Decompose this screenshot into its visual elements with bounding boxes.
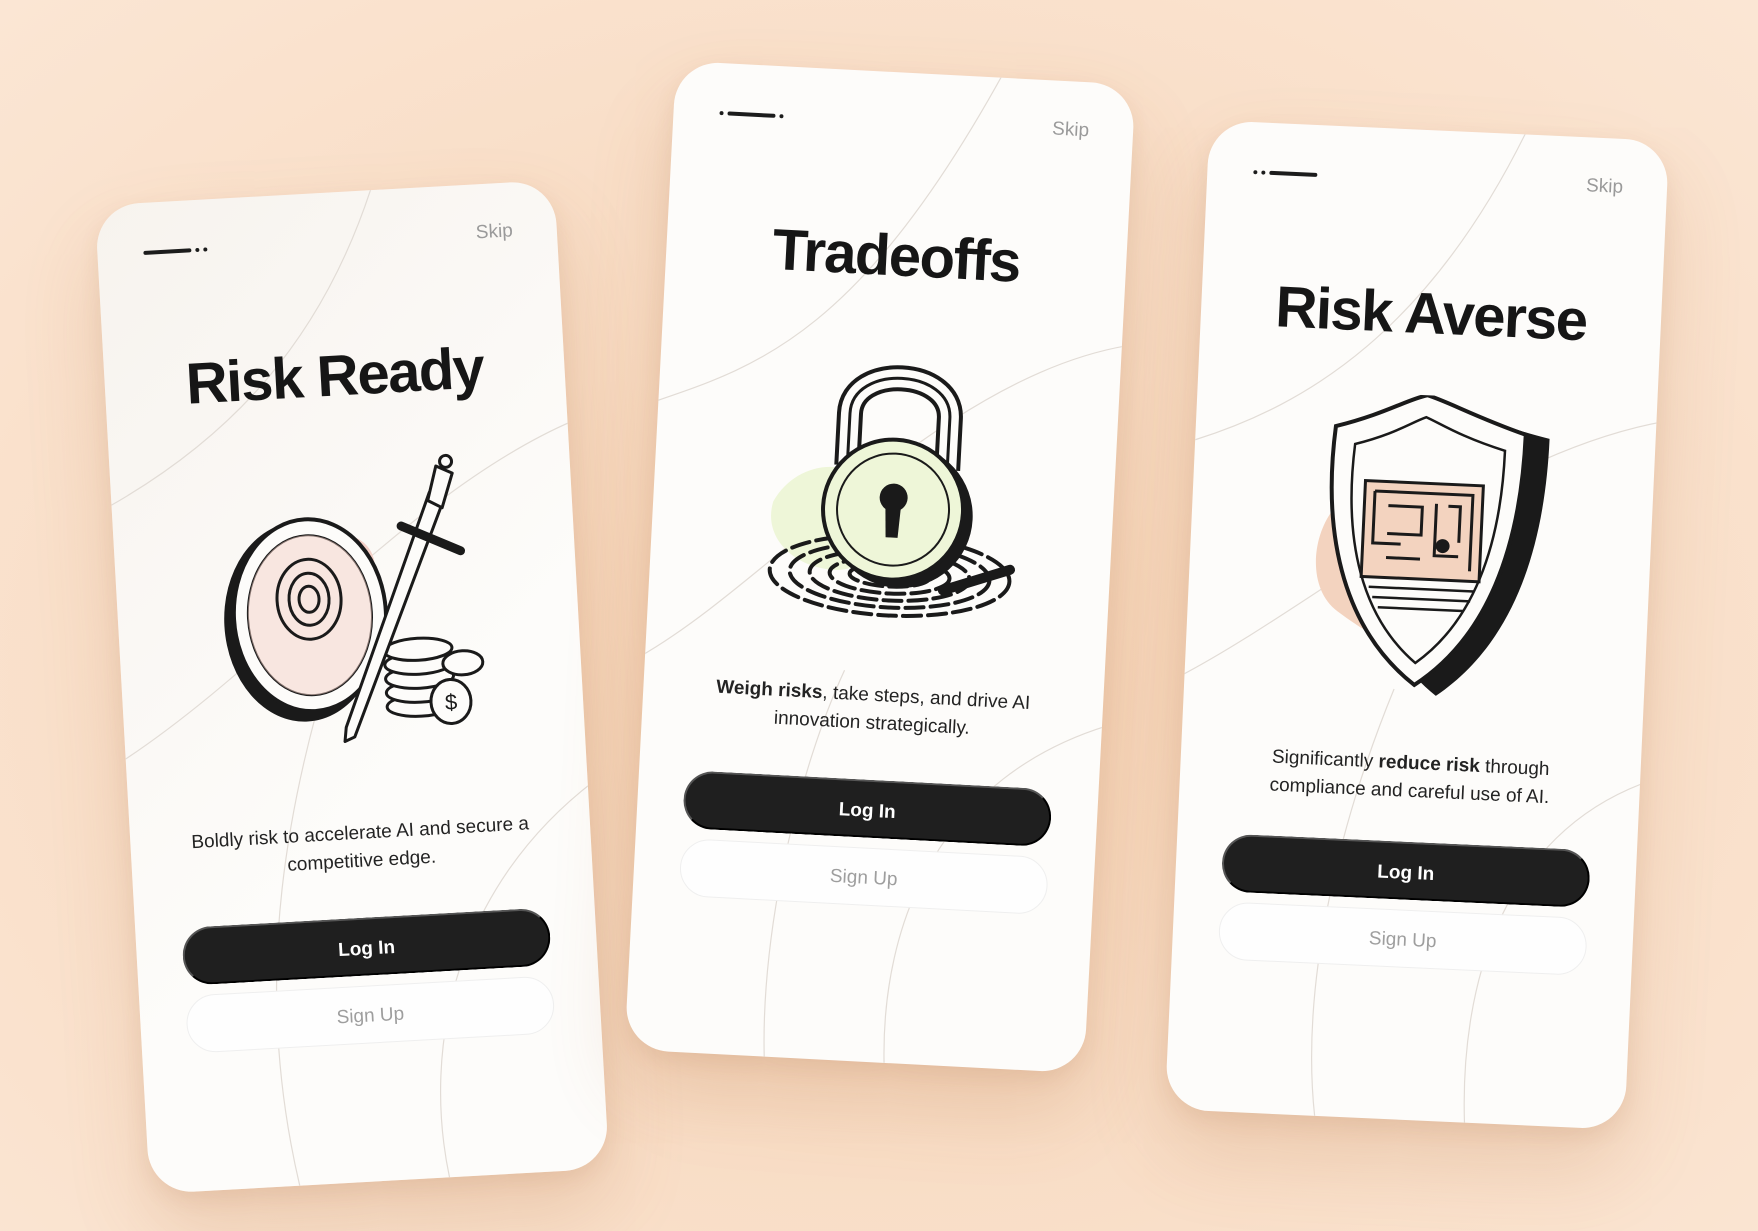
description-highlight: Weigh risks (715, 676, 824, 704)
page-indicator-dot (719, 110, 724, 116)
onboarding-screen-risk-ready: Skip Risk Ready $ Boldly risk to acceler… (94, 179, 610, 1195)
shield-sword-coins-icon: $ (224, 453, 485, 743)
page-indicator (719, 110, 784, 119)
login-button[interactable]: Log In (1220, 833, 1591, 909)
skip-button[interactable]: Skip (475, 220, 513, 244)
signup-button[interactable]: Sign Up (678, 837, 1050, 916)
page-indicator-active (1269, 170, 1318, 178)
screen-title: Risk Averse (1274, 274, 1589, 354)
page-indicator-dot (195, 247, 200, 253)
onboarding-screen-tradeoffs: Skip Tradeoffs Weigh risks, take steps, … (624, 60, 1136, 1074)
signup-button[interactable]: Sign Up (184, 975, 556, 1054)
screen-description: Weigh risks, take steps, and drive AI in… (691, 672, 1053, 747)
page-indicator-dot (1261, 170, 1266, 175)
page-indicator-dot (203, 247, 208, 252)
screen-description: Significantly reduce risk through compli… (1229, 742, 1591, 814)
login-button[interactable]: Log In (682, 770, 1053, 848)
signup-button[interactable]: Sign Up (1217, 901, 1588, 976)
padlock-fingerprint-icon (767, 365, 1016, 618)
svg-text:$: $ (444, 689, 458, 715)
page-indicator (143, 247, 208, 255)
login-button[interactable]: Log In (181, 907, 552, 986)
skip-button[interactable]: Skip (1052, 118, 1090, 142)
page-indicator-dot (1253, 170, 1258, 175)
page-indicator-active (143, 248, 192, 255)
page-indicator-active (727, 111, 776, 118)
description-text: Significantly (1271, 746, 1379, 773)
description-text: Boldly risk to accelerate AI and secure … (190, 813, 530, 876)
shield-maze-icon (1315, 393, 1550, 696)
screen-description: Boldly risk to accelerate AI and secure … (180, 810, 543, 886)
onboarding-screen-risk-averse: Skip Risk Averse Significantly reduce ri… (1164, 120, 1670, 1130)
description-highlight: reduce risk (1378, 751, 1481, 777)
screen-title: Tradeoffs (770, 216, 1022, 295)
page-indicator-dot (779, 114, 784, 119)
page-indicator (1253, 170, 1318, 178)
screen-title: Risk Ready (184, 335, 486, 417)
skip-button[interactable]: Skip (1586, 175, 1624, 199)
